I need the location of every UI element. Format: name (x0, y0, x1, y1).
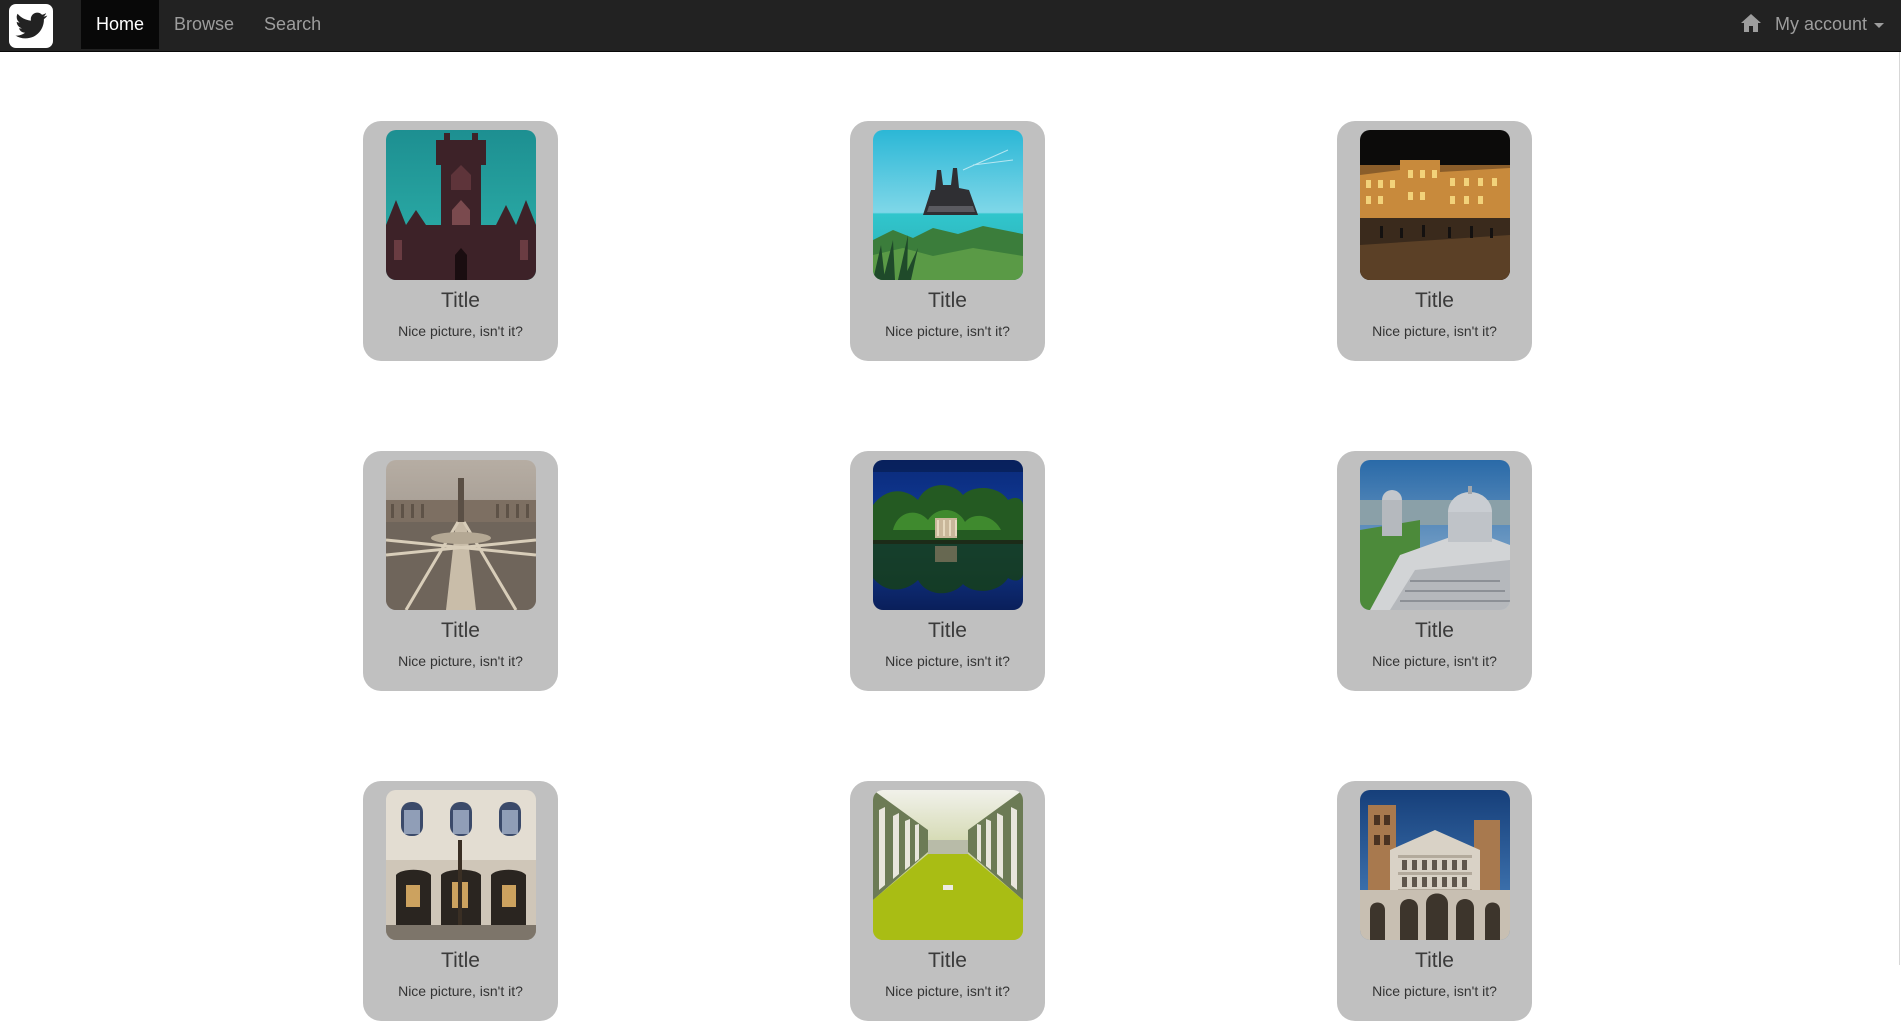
navbar: Home Browse Search My account (0, 0, 1901, 52)
card-title: Title (1415, 949, 1454, 972)
gallery-card[interactable]: Title Nice picture, isn't it? (363, 781, 558, 1021)
card-title: Title (928, 949, 967, 972)
account-dropdown[interactable]: My account (1775, 14, 1884, 35)
card-caption: Nice picture, isn't it? (398, 653, 523, 669)
gallery-card[interactable]: Title Nice picture, isn't it? (1337, 121, 1532, 361)
main-nav: Home Browse Search (81, 0, 336, 49)
card-title: Title (928, 619, 967, 642)
nav-browse[interactable]: Browse (159, 0, 249, 49)
card-title: Title (441, 619, 480, 642)
card-title: Title (1415, 619, 1454, 642)
romanesque-facade-photo (1359, 790, 1510, 940)
card-caption: Nice picture, isn't it? (1372, 323, 1497, 339)
gallery-card[interactable]: Title Nice picture, isn't it? (1337, 451, 1532, 691)
gothic-church-photo (385, 130, 536, 280)
gallery-card[interactable]: Title Nice picture, isn't it? (363, 121, 558, 361)
account-area: My account (1740, 0, 1884, 49)
caret-down-icon (1874, 22, 1884, 28)
card-caption: Nice picture, isn't it? (885, 653, 1010, 669)
card-title: Title (1415, 289, 1454, 312)
gallery-card[interactable]: Title Nice picture, isn't it? (850, 121, 1045, 361)
card-caption: Nice picture, isn't it? (398, 323, 523, 339)
st-peters-square-photo (385, 460, 536, 610)
pirate-ship-photo (872, 130, 1023, 280)
gallery-card[interactable]: Title Nice picture, isn't it? (363, 451, 558, 691)
card-caption: Nice picture, isn't it? (1372, 653, 1497, 669)
camposanto-lawn-photo (872, 790, 1023, 940)
card-title: Title (441, 949, 480, 972)
card-caption: Nice picture, isn't it? (885, 323, 1010, 339)
card-caption: Nice picture, isn't it? (398, 983, 523, 999)
card-title: Title (928, 289, 967, 312)
gallery-card[interactable]: Title Nice picture, isn't it? (850, 781, 1045, 1021)
card-caption: Nice picture, isn't it? (1372, 983, 1497, 999)
card-title: Title (441, 289, 480, 312)
night-piazza-photo (1359, 130, 1510, 280)
gallery-card[interactable]: Title Nice picture, isn't it? (850, 451, 1045, 691)
twitter-bird-icon[interactable] (9, 4, 53, 48)
nav-home[interactable]: Home (81, 0, 160, 49)
palazzo-courtyard-photo (385, 790, 536, 940)
card-caption: Nice picture, isn't it? (885, 983, 1010, 999)
gallery-card[interactable]: Title Nice picture, isn't it? (1337, 781, 1532, 1021)
scrollbar-edge (1899, 52, 1900, 965)
pisa-cathedral-photo (1359, 460, 1510, 610)
account-label: My account (1774, 14, 1867, 34)
lake-temple-photo (872, 460, 1023, 610)
nav-search[interactable]: Search (249, 0, 336, 49)
home-icon[interactable] (1740, 12, 1762, 34)
